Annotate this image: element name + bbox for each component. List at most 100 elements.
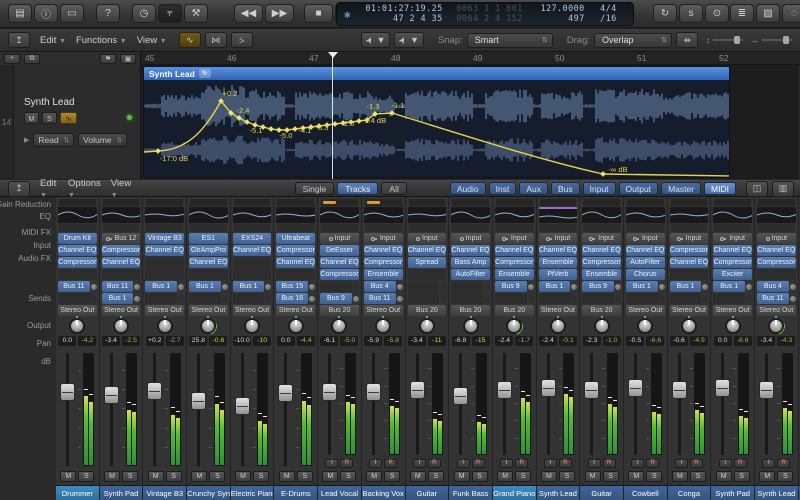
rewind-button[interactable]: ◀◀ (234, 4, 263, 23)
solo-button[interactable]: S (734, 471, 750, 482)
channel-strip[interactable]: InputChannel EQAutoFilterChorusBus 1Ster… (624, 197, 668, 500)
send-level-knob[interactable] (91, 284, 97, 290)
mute-button[interactable]: M (672, 471, 688, 482)
send-level-knob[interactable] (397, 296, 403, 302)
disclosure-triangle[interactable]: ▶ (24, 136, 29, 144)
pan-knob[interactable] (725, 318, 741, 334)
audio-fx-slot-empty[interactable] (102, 269, 141, 280)
eq-thumbnail[interactable] (757, 207, 796, 223)
mute-button[interactable]: M (497, 471, 513, 482)
fader-cap[interactable] (453, 387, 468, 405)
solo-button[interactable]: S (253, 471, 269, 482)
fader-area[interactable] (451, 350, 490, 458)
fader-area[interactable] (102, 350, 141, 469)
send-slot[interactable]: Bus 4 (364, 281, 403, 292)
send-slot-empty[interactable] (189, 293, 221, 304)
autopunch-icon[interactable]: ⊙ (705, 4, 729, 23)
autoselect-icon[interactable]: ⍩ (231, 32, 253, 48)
input-slot[interactable]: Input (495, 233, 534, 244)
track-mute-button[interactable]: M (24, 112, 39, 124)
view-menu[interactable]: View ▼ (137, 35, 167, 46)
fader-cap[interactable] (322, 383, 337, 401)
audio-fx-slot[interactable]: Channel EQ (189, 257, 228, 268)
send-bus-button[interactable]: Bus 9 (495, 281, 527, 292)
input-slot[interactable]: Input (320, 233, 359, 244)
send-level-knob[interactable] (309, 284, 315, 290)
quick-help-icon[interactable]: ▭ (60, 4, 84, 23)
help-icon[interactable]: ? (96, 4, 120, 23)
audio-fx-slot[interactable]: Spread (408, 257, 447, 268)
midi-fx-slot[interactable] (671, 224, 708, 232)
send-slot[interactable]: Bus 9 (320, 293, 359, 304)
catch-playhead-button[interactable]: ↥ (8, 32, 30, 48)
eq-thumbnail[interactable] (670, 207, 709, 223)
send-bus-button[interactable]: Bus 1 (102, 293, 134, 304)
channel-name[interactable]: Electric Piano (231, 485, 274, 500)
audio-fx-slot[interactable]: DeEsser (320, 245, 359, 256)
filter-inst[interactable]: Inst (489, 182, 517, 195)
send-slot-empty[interactable] (451, 293, 483, 304)
pan-knob[interactable] (244, 318, 260, 334)
region-title-bar[interactable]: Synth Lead ↻ (144, 67, 729, 80)
audio-fx-slot[interactable]: Channel EQ (58, 245, 97, 256)
fader-area[interactable] (364, 350, 403, 458)
mixer-icon[interactable]: ⫧ (158, 4, 182, 23)
fader-area[interactable] (539, 350, 578, 458)
lcd-settings-icon[interactable]: ✱ (344, 8, 351, 21)
channel-strip[interactable]: InputChannel EQBass AmpAutoFilterBus 20-… (449, 197, 493, 500)
send-slot[interactable]: Bus 11 (364, 293, 403, 304)
input-slot[interactable]: Ultrabeat (276, 233, 315, 244)
fader-area[interactable] (58, 350, 97, 469)
send-slot[interactable]: Bus 11 (102, 281, 141, 292)
send-level-knob[interactable] (659, 284, 665, 290)
pan-knob[interactable] (200, 318, 216, 334)
send-level-knob[interactable] (134, 296, 140, 302)
audio-fx-slot[interactable]: Compressor (495, 257, 534, 268)
output-slot[interactable]: Stereo Out (670, 305, 709, 316)
send-slot[interactable]: Bus 9 (582, 281, 621, 292)
input-monitor-button[interactable]: I (457, 459, 470, 468)
send-slot[interactable]: Bus 11 (757, 293, 796, 304)
record-enable-button[interactable]: R (515, 459, 528, 468)
midi-fx-slot[interactable] (758, 224, 795, 232)
pan-knob[interactable] (506, 318, 522, 334)
forward-button[interactable]: ▶▶ (265, 4, 294, 23)
lcd-display[interactable]: ✱ 01:01:27:19.25 47 2 4 35 0063 1 1 001 … (336, 2, 634, 26)
output-slot[interactable]: Stereo Out (145, 305, 184, 316)
audio-fx-slot[interactable]: AutoFilter (626, 257, 665, 268)
mute-button[interactable]: M (585, 471, 601, 482)
audio-fx-slot[interactable]: Compressor (713, 257, 752, 268)
output-slot[interactable]: Stereo Out (713, 305, 752, 316)
channel-strip[interactable]: InputChannel EQEnsemblePtVerbBus 1Stereo… (537, 197, 581, 500)
solo-button[interactable]: S (646, 471, 662, 482)
channel-name[interactable]: Cowbell (624, 485, 667, 500)
send-slot[interactable]: Bus 15 (276, 281, 315, 292)
send-slot-empty[interactable] (582, 293, 614, 304)
midi-fx-slot[interactable] (627, 224, 664, 232)
solo-button[interactable]: S (78, 471, 94, 482)
volume-automation-curve[interactable]: -17.0 dB+0.2-2.4-5.1-5.0-4.1-3.3-2.0-1.4… (144, 80, 730, 178)
send-slot[interactable] (495, 293, 534, 304)
record-enable-button[interactable]: R (690, 459, 703, 468)
solo-button[interactable]: S (515, 471, 531, 482)
input-monitor-button[interactable]: I (369, 459, 382, 468)
audio-fx-slot[interactable]: Channel EQ (320, 257, 359, 268)
channel-strip[interactable]: Bus 12CompressorChannel EQBus 11Bus 1Ste… (100, 197, 144, 500)
pan-knob[interactable] (113, 318, 129, 334)
channel-name[interactable]: Lead Vocal (318, 485, 361, 500)
fader-cap[interactable] (715, 379, 730, 397)
audio-fx-slot-empty[interactable] (58, 269, 97, 280)
send-slot-empty[interactable] (451, 281, 483, 292)
list-editors-icon[interactable]: ≣ (730, 4, 754, 23)
view-mode-tracks[interactable]: Tracks (337, 182, 378, 195)
output-slot[interactable]: Bus 20 (451, 305, 490, 316)
fader-cap[interactable] (584, 381, 599, 399)
mute-button[interactable]: M (410, 471, 426, 482)
send-slot[interactable]: Bus 1 (539, 281, 578, 292)
fader-area[interactable] (276, 350, 315, 469)
send-slot[interactable] (626, 293, 665, 304)
input-slot[interactable]: Input (408, 233, 447, 244)
send-level-knob[interactable] (397, 284, 403, 290)
eq-thumbnail[interactable] (582, 207, 621, 223)
output-slot[interactable]: Stereo Out (58, 305, 97, 316)
